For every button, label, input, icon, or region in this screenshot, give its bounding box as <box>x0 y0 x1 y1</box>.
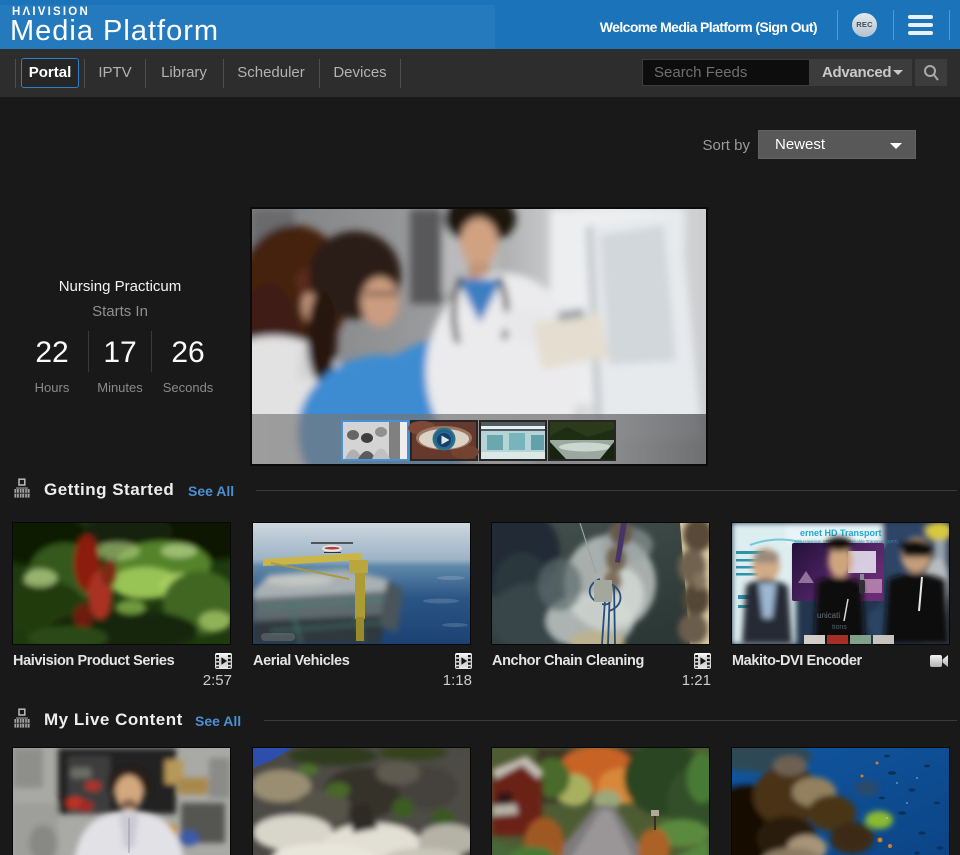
svg-text:ernet HD Transport: ernet HD Transport <box>800 528 882 538</box>
svg-text:tions: tions <box>832 624 847 631</box>
svg-text:unicati: unicati <box>817 611 840 620</box>
